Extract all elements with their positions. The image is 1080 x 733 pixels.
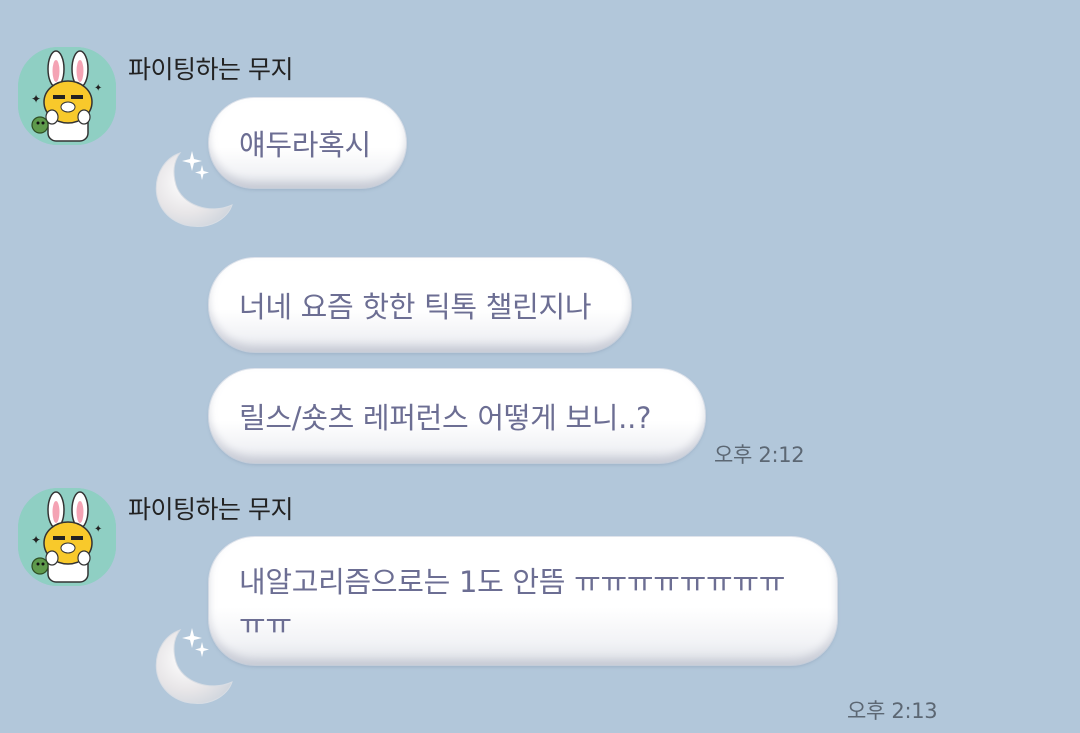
svg-text:✦: ✦ — [94, 83, 102, 94]
sender-avatar[interactable]: ✦ ✦ — [18, 47, 116, 145]
sender-name: 파이팅하는 무지 — [128, 55, 293, 84]
muzi-rabbit-avatar-icon: ✦ ✦ — [18, 488, 116, 586]
sender-avatar[interactable]: ✦ ✦ — [18, 488, 116, 586]
message-bubble[interactable]: 얘두라혹시 — [209, 98, 406, 188]
chat-area: ✦ ✦ 파이팅하는 무지 얘두라혹시 너네 요즘 핫한 틱톡 챌린지나 릴스/숏… — [0, 0, 1080, 733]
svg-text:✦: ✦ — [94, 524, 102, 535]
message-text: 릴스/숏츠 레퍼런스 어떻게 보니..? — [239, 401, 652, 435]
sender-name: 파이팅하는 무지 — [128, 495, 293, 524]
message-text: 내알고리즘으로는 1도 안뜸 ㅠㅠㅠㅠㅠㅠㅠㅠㅠㅠ — [239, 565, 786, 641]
message-text: 너네 요즘 핫한 틱톡 챌린지나 — [239, 290, 592, 324]
message-timestamp: 오후 2:13 — [847, 699, 938, 723]
message-text: 얘두라혹시 — [239, 128, 371, 162]
message-bubble[interactable]: 릴스/숏츠 레퍼런스 어떻게 보니..? — [209, 369, 705, 463]
message-bubble[interactable]: 너네 요즘 핫한 틱톡 챌린지나 — [209, 258, 631, 352]
muzi-rabbit-avatar-icon: ✦ ✦ — [18, 47, 116, 145]
svg-text:✦: ✦ — [31, 92, 41, 106]
message-timestamp: 오후 2:12 — [714, 443, 805, 467]
message-bubble[interactable]: 내알고리즘으로는 1도 안뜸 ㅠㅠㅠㅠㅠㅠㅠㅠㅠㅠ — [209, 537, 837, 665]
svg-text:✦: ✦ — [31, 533, 41, 547]
